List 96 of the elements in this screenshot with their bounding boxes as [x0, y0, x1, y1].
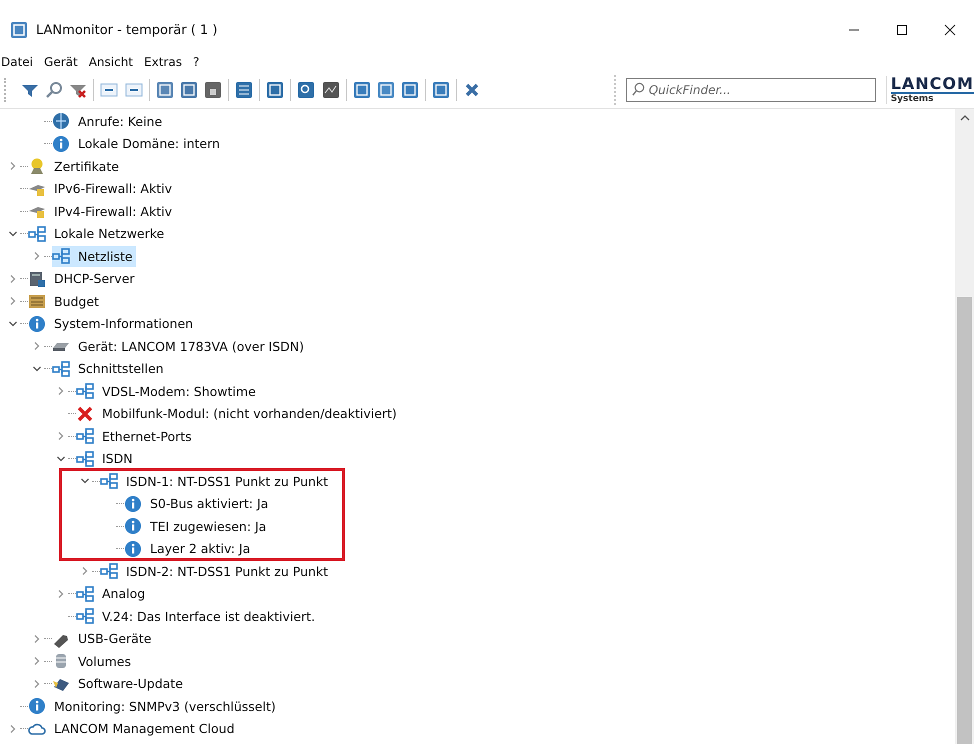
- globe-icon: [52, 112, 70, 130]
- info-icon: [124, 540, 142, 558]
- chart-icon: [322, 81, 340, 99]
- error-cross-icon: [76, 404, 94, 423]
- search-icon: [297, 81, 316, 99]
- chevron-right-icon[interactable]: [32, 634, 42, 644]
- tree-item[interactable]: USB-Geräte: [52, 628, 154, 650]
- window-title: LANmonitor - temporär ( 1 ): [36, 22, 218, 38]
- tree-item[interactable]: Ethernet-Ports: [76, 426, 195, 447]
- tree-item[interactable]: DHCP-Server: [28, 268, 138, 290]
- chevron-right-icon[interactable]: [56, 588, 66, 599]
- tree-item[interactable]: System-Informationen: [28, 313, 196, 334]
- tree-item[interactable]: Mobilfunk-Modul: (nicht vorhanden/deaktiviert): [76, 403, 400, 424]
- window-icon: [156, 81, 174, 99]
- chevron-right-icon[interactable]: [80, 566, 90, 576]
- menu-item[interactable]: Ansicht: [88, 55, 134, 69]
- tree-item[interactable]: Analog: [76, 583, 148, 604]
- search-icon: [630, 82, 646, 97]
- network-icon: [76, 584, 94, 603]
- tree-item[interactable]: ISDN-2: NT-DSS1 Punkt zu Punkt: [100, 560, 332, 582]
- tree-item[interactable]: V.24: Das Interface ist deaktiviert.: [76, 606, 318, 627]
- tree-item[interactable]: Volumes: [52, 650, 134, 672]
- tree-item[interactable]: Netzliste: [52, 246, 136, 267]
- tree-item[interactable]: Software-Update: [52, 673, 186, 694]
- maximize-icon: [896, 24, 908, 36]
- network-icon: [100, 472, 118, 490]
- logo-subtitle: Systems: [890, 95, 935, 104]
- info-icon: [124, 517, 142, 536]
- window-icon: [352, 81, 371, 99]
- tree-item[interactable]: IPv6-Firewall: Aktiv: [28, 178, 175, 200]
- tree-item[interactable]: Budget: [28, 290, 102, 312]
- info-icon: [28, 314, 46, 333]
- tree-item[interactable]: TEI zugewiesen: Ja: [124, 516, 270, 537]
- server-icon: [28, 270, 46, 288]
- chevron-down-icon[interactable]: [32, 364, 42, 374]
- quickfinder-field[interactable]: QuickFinder...: [626, 78, 876, 102]
- certificate-icon: [28, 157, 46, 176]
- scrollbar-thumb[interactable]: [957, 297, 972, 744]
- search-icon: [45, 81, 64, 99]
- tree-item[interactable]: Lokale Netzwerke: [28, 223, 168, 244]
- menu-item[interactable]: Datei: [1, 55, 34, 69]
- list-icon: [235, 81, 254, 99]
- chevron-right-icon[interactable]: [8, 161, 18, 172]
- chevron-right-icon[interactable]: [32, 251, 42, 262]
- chevron-right-icon[interactable]: [32, 678, 42, 689]
- close-icon: [944, 24, 956, 36]
- lock-icon: [204, 81, 222, 99]
- tree-item[interactable]: Zertifikate: [28, 156, 122, 177]
- window-icon: [376, 81, 395, 99]
- tree-item[interactable]: ISDN-1: NT-DSS1 Punkt zu Punkt: [100, 470, 332, 492]
- menu-item[interactable]: Gerät: [44, 55, 78, 69]
- tree-item[interactable]: Schnittstellen: [52, 358, 167, 380]
- tree-item[interactable]: LANCOM Management Cloud: [28, 718, 238, 740]
- network-icon: [76, 607, 94, 626]
- chevron-right-icon[interactable]: [8, 296, 18, 306]
- logo-wordmark: LANCOM: [890, 76, 974, 94]
- chevron-right-icon[interactable]: [8, 274, 18, 284]
- network-icon: [76, 450, 94, 468]
- tree-item[interactable]: ISDN: [76, 448, 136, 470]
- network-icon: [76, 427, 94, 446]
- window-icon: [432, 81, 450, 99]
- network-icon: [100, 562, 118, 580]
- window-icon: [180, 81, 198, 99]
- menu-item[interactable]: Extras: [144, 55, 182, 69]
- network-icon: [76, 382, 94, 400]
- window-icon: [401, 81, 420, 99]
- chevron-down-icon[interactable]: [8, 318, 18, 329]
- window-icon: [266, 81, 284, 99]
- chevron-right-icon[interactable]: [8, 724, 18, 734]
- network-icon: [28, 224, 46, 243]
- menu-item[interactable]: ?: [192, 55, 200, 69]
- info-icon: [52, 134, 70, 153]
- tree-item[interactable]: S0-Bus aktiviert: Ja: [124, 493, 272, 514]
- chevron-down-icon[interactable]: [56, 454, 66, 464]
- panel-icon: [124, 81, 143, 99]
- scrollbar[interactable]: [955, 109, 974, 744]
- tree-item[interactable]: Anrufe: Keine: [52, 110, 166, 132]
- tree-item[interactable]: Gerät: LANCOM 1783VA (over ISDN): [52, 336, 308, 357]
- network-icon: [52, 360, 70, 378]
- chevron-right-icon[interactable]: [56, 386, 66, 396]
- info-icon: [28, 697, 46, 716]
- info-icon: [124, 494, 142, 513]
- tree-item[interactable]: VDSL-Modem: Showtime: [76, 380, 259, 402]
- chevron-right-icon[interactable]: [32, 656, 42, 666]
- scroll-up-icon[interactable]: [960, 115, 970, 121]
- chevron-right-icon[interactable]: [32, 341, 42, 352]
- tree-item[interactable]: Lokale Domäne: intern: [52, 133, 223, 154]
- chevron-down-icon[interactable]: [8, 228, 18, 239]
- tree-item[interactable]: Layer 2 aktiv: Ja: [124, 538, 254, 560]
- network-icon: [52, 247, 70, 266]
- panel-icon: [100, 81, 118, 99]
- chevron-right-icon[interactable]: [56, 431, 66, 442]
- tree-item[interactable]: IPv4-Firewall: Aktiv: [28, 200, 175, 222]
- budget-icon: [28, 292, 46, 310]
- tree-item[interactable]: Monitoring: SNMPv3 (verschlüsselt): [28, 696, 279, 717]
- app-icon: [10, 21, 28, 39]
